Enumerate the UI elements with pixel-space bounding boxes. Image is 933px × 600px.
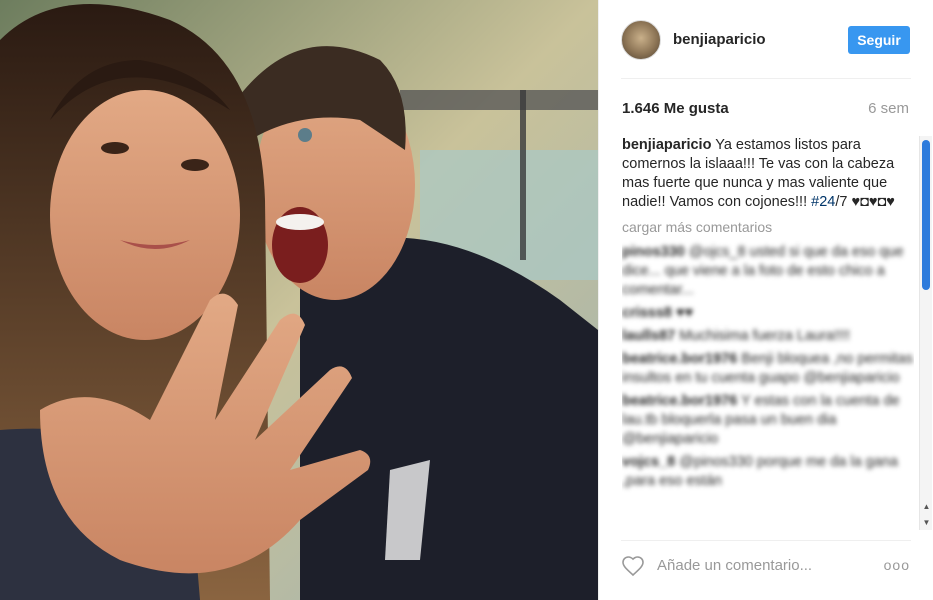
comment-text: Muchisima fuerza Laura!!!! xyxy=(675,328,851,344)
avatar[interactable] xyxy=(621,20,661,60)
footer-divider xyxy=(621,540,911,541)
caption: benjiaparicio Ya estamos listos para com… xyxy=(622,136,914,212)
caption-hashtag[interactable]: #24 xyxy=(811,194,835,210)
comment-username[interactable]: crisss8 xyxy=(622,305,672,321)
header-divider xyxy=(621,78,911,79)
scroll-up-arrow-icon[interactable]: ▲ xyxy=(920,500,933,512)
caption-username[interactable]: benjiaparicio xyxy=(622,137,711,153)
username-link[interactable]: benjiaparicio xyxy=(673,31,766,48)
scroll-down-arrow-icon[interactable]: ▼ xyxy=(920,516,933,528)
post-photo xyxy=(0,0,598,600)
comment-username[interactable]: vojcs_8 xyxy=(622,454,675,470)
comment-username[interactable]: laulls87 xyxy=(622,328,675,344)
likes-count[interactable]: 1.646 Me gusta xyxy=(622,100,729,117)
comments-scrollbar[interactable]: ▲ ▼ xyxy=(919,136,932,530)
add-comment-input[interactable]: Añade un comentario... xyxy=(657,557,812,574)
comment-username[interactable]: beatrice.bor1976 xyxy=(622,351,737,367)
comment-text: ♥♥ xyxy=(672,305,694,321)
photo-illustration xyxy=(0,0,598,600)
more-options-icon[interactable]: ooo xyxy=(884,557,910,573)
follow-button[interactable]: Seguir xyxy=(848,26,910,54)
comment-item: vojcs_8 @pinos330 porque me da la gana ,… xyxy=(622,453,914,491)
comments-list: benjiaparicio Ya estamos listos para com… xyxy=(622,136,914,531)
load-more-comments-link[interactable]: cargar más comentarios xyxy=(622,218,914,237)
caption-tail: /7 ♥◘♥◘♥ xyxy=(835,194,895,210)
comment-item: crisss8 ♥♥ xyxy=(622,304,914,323)
comment-item: laulls87 Muchisima fuerza Laura!!!! xyxy=(622,327,914,346)
comment-username[interactable]: pinos330 xyxy=(622,244,685,260)
post-time[interactable]: 6 sem xyxy=(868,100,909,117)
post-header: benjiaparicio Seguir xyxy=(599,0,933,80)
comment-item: pinos330 @ojcs_8 usted si que da eso que… xyxy=(622,243,914,300)
comment-username[interactable]: beatrice.bor1976 xyxy=(622,393,737,409)
scrollbar-thumb[interactable] xyxy=(922,140,930,290)
post-side-panel: benjiaparicio Seguir 1.646 Me gusta 6 se… xyxy=(598,0,933,600)
comment-item: beatrice.bor1976 Benji bloquea ,no permi… xyxy=(622,350,914,388)
comment-item: beatrice.bor1976 Y estas con la cuenta d… xyxy=(622,392,914,449)
heart-icon[interactable] xyxy=(621,554,645,578)
